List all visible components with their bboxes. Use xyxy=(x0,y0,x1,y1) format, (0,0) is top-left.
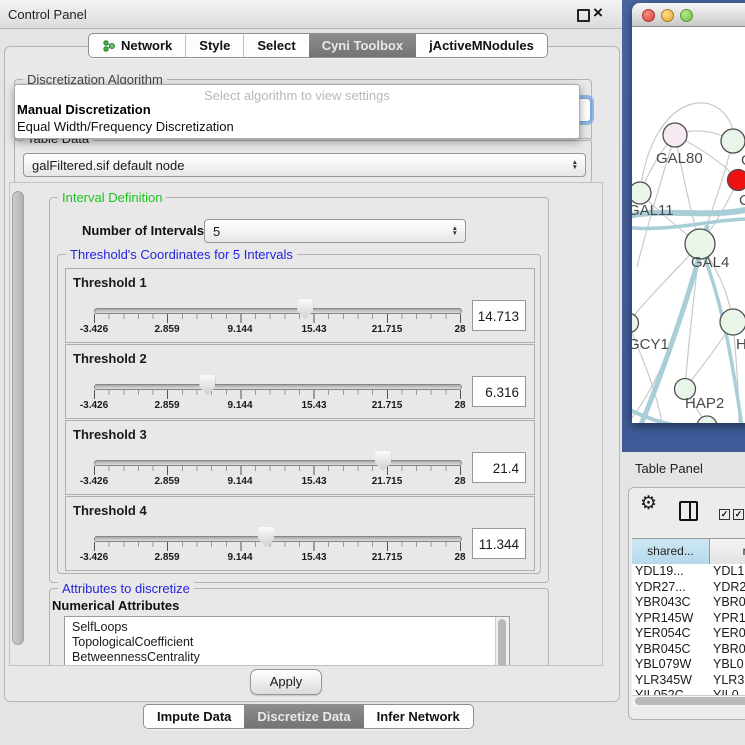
node-label: GAL4 xyxy=(691,254,729,271)
interval-definition-label: Interval Definition xyxy=(58,190,166,205)
screen: Control Panel × Network Style Select Cyn… xyxy=(0,0,745,745)
table-horizontal-scrollbar[interactable] xyxy=(632,695,745,707)
threshold-3-box: Threshold 3 -3.426 2.859 9.144 15.43 21.… xyxy=(65,420,535,495)
numerical-attributes-list[interactable]: SelfLoops TopologicalCoefficient Between… xyxy=(64,616,510,666)
node-gcy1[interactable] xyxy=(632,314,639,333)
panel-title: Control Panel xyxy=(8,7,87,22)
table-panel: ⚙ ✓ ✓ shared... na YDL19... YDL1 YDR27..… xyxy=(628,487,745,720)
network-graph: GAL80 G. C GAL11 GAL4 GCY1 H HAP2 xyxy=(632,27,745,423)
dropdown-placeholder: Select algorithm to view settings xyxy=(15,88,579,103)
num-intervals-label: Number of Intervals xyxy=(82,223,204,238)
node-top-right[interactable] xyxy=(721,129,745,153)
table-rows: YDL19... YDL1 YDR27... YDR2 YBR043C YBR0… xyxy=(632,564,745,695)
threshold-3-value-field[interactable]: 21.4 xyxy=(472,452,526,483)
thresholds-group: Threshold's Coordinates for 5 Intervals … xyxy=(57,254,541,574)
node-right-mid[interactable] xyxy=(720,309,745,335)
network-window-titlebar[interactable] xyxy=(632,3,745,27)
network-canvas[interactable]: GAL80 G. C GAL11 GAL4 GCY1 H HAP2 xyxy=(632,27,745,423)
apply-button[interactable]: Apply xyxy=(250,669,322,695)
tab-network[interactable]: Network xyxy=(89,34,185,57)
node-bottom[interactable] xyxy=(697,416,717,423)
float-window-icon[interactable] xyxy=(577,9,590,22)
zoom-window-icon[interactable] xyxy=(680,9,693,22)
close-icon[interactable]: × xyxy=(593,3,603,23)
spinner-arrows-icon: ▲▼ xyxy=(452,226,465,237)
table-row[interactable]: YIL052C YIL0 xyxy=(632,688,745,695)
threshold-4-box: Threshold 4 -3.426 2.859 9.144 15.43 21.… xyxy=(65,496,535,571)
list-item[interactable]: TopologicalCoefficient xyxy=(65,635,509,650)
list-item[interactable]: SelfLoops xyxy=(65,617,509,635)
attributes-group: Attributes to discretize Numerical Attri… xyxy=(49,588,549,666)
main-scrollbar-thumb[interactable] xyxy=(12,191,24,645)
checkbox-icon[interactable]: ✓ xyxy=(733,509,744,520)
settings-scroll-viewport: Interval Definition Number of Intervals … xyxy=(9,182,603,666)
table-row[interactable]: YBR043C YBR0 xyxy=(632,595,745,611)
list-item[interactable]: BetweennessCentrality xyxy=(65,650,509,665)
node-selected-red[interactable] xyxy=(728,170,745,191)
tab-network-label: Network xyxy=(121,38,172,53)
node-label: GAL11 xyxy=(632,202,674,219)
control-panel-titlebar: Control Panel × xyxy=(0,0,622,29)
thresholds-group-label: Threshold's Coordinates for 5 Intervals xyxy=(66,247,297,262)
checkbox-icon[interactable]: ✓ xyxy=(719,509,730,520)
tab-infer-network[interactable]: Infer Network xyxy=(364,705,473,728)
table-row[interactable]: YDL19... YDL1 xyxy=(632,564,745,580)
attributes-group-label: Attributes to discretize xyxy=(58,581,194,596)
dropdown-option-manual[interactable]: Manual Discretization xyxy=(17,102,151,117)
tab-style[interactable]: Style xyxy=(185,34,243,57)
node-label: HAP2 xyxy=(685,395,724,412)
threshold-4-value-field[interactable]: 11.344 xyxy=(472,528,526,559)
node-label: C xyxy=(739,192,745,209)
table-row[interactable]: YDR27... YDR2 xyxy=(632,580,745,596)
node-label: GAL80 xyxy=(656,150,703,167)
tab-discretize-data[interactable]: Discretize Data xyxy=(244,705,363,728)
table-data-combobox[interactable]: galFiltered.sif default node ▲▼ xyxy=(23,153,586,177)
numerical-attributes-label: Numerical Attributes xyxy=(52,598,179,613)
tab-impute-data[interactable]: Impute Data xyxy=(144,705,244,728)
tab-select[interactable]: Select xyxy=(243,34,308,57)
table-data-group: Table Data galFiltered.sif default node … xyxy=(14,138,592,184)
interval-definition-group: Interval Definition Number of Intervals … xyxy=(49,197,549,583)
top-tab-bar: Network Style Select Cyni Toolbox jActiv… xyxy=(88,33,548,58)
node-gal11[interactable] xyxy=(632,182,651,204)
close-window-icon[interactable] xyxy=(642,9,655,22)
table-row[interactable]: YBR045C YBR0 xyxy=(632,642,745,658)
network-view-window: GAL80 G. C GAL11 GAL4 GCY1 H HAP2 xyxy=(632,3,745,423)
gear-icon[interactable]: ⚙ xyxy=(640,492,657,515)
table-header: shared... na xyxy=(632,538,745,565)
algorithm-dropdown-popup: Select algorithm to view settings Manual… xyxy=(14,84,580,139)
threshold-1-value-field[interactable]: 14.713 xyxy=(472,300,526,331)
minimize-window-icon[interactable] xyxy=(661,9,674,22)
threshold-2-box: Threshold 2 -3.426 2.859 9.144 15.43 21.… xyxy=(65,344,535,419)
threshold-1-box: Threshold 1 -3.426 2.859 9.144 15.43 21.… xyxy=(65,268,535,343)
table-hscrollbar-thumb[interactable] xyxy=(635,697,745,705)
split-columns-icon[interactable] xyxy=(679,501,698,521)
spinner-arrows-icon: ▲▼ xyxy=(572,160,585,171)
list-scrollbar[interactable] xyxy=(495,617,509,666)
num-intervals-combobox[interactable]: 5 ▲▼ xyxy=(204,219,466,243)
column-header-shared-name[interactable]: shared... xyxy=(632,539,710,564)
right-pane: GAL80 G. C GAL11 GAL4 GCY1 H HAP2 Table … xyxy=(622,0,745,745)
node-label: GCY1 xyxy=(632,336,669,353)
dropdown-option-equal-width[interactable]: Equal Width/Frequency Discretization xyxy=(17,119,234,134)
tab-cyni-toolbox[interactable]: Cyni Toolbox xyxy=(309,34,416,57)
bottom-tab-bar: Impute Data Discretize Data Infer Networ… xyxy=(143,704,474,729)
table-row[interactable]: YER054C YER0 xyxy=(632,626,745,642)
table-row[interactable]: YBL079W YBL0 xyxy=(632,657,745,673)
node-gal80[interactable] xyxy=(663,123,687,147)
table-row[interactable]: YPR145W YPR1 xyxy=(632,611,745,627)
node-label: H xyxy=(736,336,745,353)
threshold-2-value-field[interactable]: 6.316 xyxy=(472,376,526,407)
column-header-name[interactable]: na xyxy=(710,539,745,564)
table-panel-title: Table Panel xyxy=(635,461,703,476)
tab-jactivemnodules[interactable]: jActiveMNodules xyxy=(416,34,547,57)
node-label: G. xyxy=(741,152,745,169)
network-icon xyxy=(102,39,116,53)
table-row[interactable]: YLR345W YLR3 xyxy=(632,673,745,689)
